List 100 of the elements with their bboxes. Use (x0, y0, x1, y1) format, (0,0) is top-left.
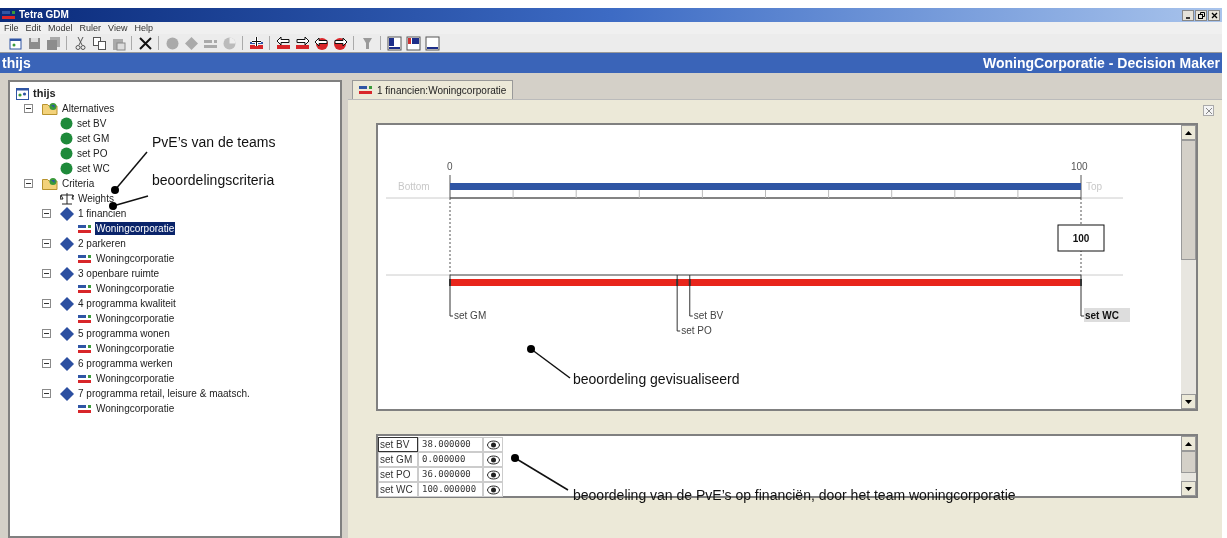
expand-toggle[interactable] (42, 269, 51, 278)
marker-tick[interactable] (676, 279, 679, 286)
tree-item[interactable]: set GM (76, 132, 111, 145)
value-box[interactable]: 100 (1057, 224, 1105, 252)
toolbar-button[interactable] (293, 34, 311, 52)
tree-item[interactable]: 2 parkeren (77, 237, 127, 250)
eye-icon[interactable] (486, 469, 500, 480)
tree-item[interactable]: 1 financien (77, 207, 128, 220)
down-arrow-icon (1185, 486, 1192, 491)
value-cell[interactable]: 0.000000 (418, 452, 483, 467)
menu-item[interactable]: Model (48, 23, 73, 33)
tree-item[interactable]: 4 programma kwaliteit (77, 297, 177, 310)
delete-icon (137, 35, 153, 51)
tree-item[interactable]: Criteria (61, 177, 96, 190)
expand-toggle[interactable] (42, 239, 51, 248)
annotation-text: beoordeling gevisualiseerd (573, 372, 740, 386)
minus-icon (26, 181, 31, 186)
marker-line (449, 285, 454, 317)
tree-item[interactable]: thijs (32, 87, 57, 100)
down-arrow-icon (1185, 399, 1192, 404)
new-document-icon (7, 35, 23, 51)
tree-item[interactable]: 7 programma retail, leisure & maatsch. (77, 387, 251, 400)
scroll-down-button[interactable] (1181, 481, 1196, 496)
tree-item[interactable]: Woningcorporatie (95, 312, 176, 325)
tree-item[interactable]: 6 programma werken (77, 357, 174, 370)
tree-item[interactable]: 3 openbare ruimte (77, 267, 161, 280)
left-arrow-icon (275, 35, 291, 51)
tree-item[interactable]: set BV (76, 117, 108, 130)
toolbar-button[interactable] (404, 34, 422, 52)
annotation-dot (111, 186, 119, 194)
expand-toggle[interactable] (42, 329, 51, 338)
tree-item[interactable]: Alternatives (61, 102, 116, 115)
toolbar-button[interactable] (90, 34, 108, 52)
close-icon (1205, 107, 1212, 114)
eye-icon[interactable] (486, 439, 500, 450)
tree-item[interactable]: Woningcorporatie (95, 282, 176, 295)
menu-item[interactable]: Help (134, 23, 153, 33)
name-cell[interactable]: set PO (378, 467, 418, 482)
scroll-down-button[interactable] (1181, 394, 1196, 409)
toolbar-button[interactable] (247, 34, 265, 52)
tree-item[interactable]: Woningcorporatie (95, 342, 176, 355)
copy-icon (91, 35, 107, 51)
menu-item[interactable]: Ruler (79, 23, 102, 33)
menu-item[interactable]: File (4, 23, 19, 33)
value-cell[interactable]: 36.000000 (418, 467, 483, 482)
annotation-text: beoordelingscriteria (152, 173, 275, 187)
tree-item[interactable]: Woningcorporatie (95, 222, 176, 235)
toolbar-button[interactable] (385, 34, 403, 52)
marker-label[interactable]: set GM (454, 310, 487, 321)
tree-item[interactable]: set WC (76, 162, 111, 175)
close-button[interactable] (1208, 9, 1220, 21)
window-title: Tetra GDM (19, 10, 69, 20)
marker-tick[interactable] (688, 279, 691, 286)
annotation-text: beoordeling van de PvE’s op financiën, door het team woningcorporatie (573, 488, 1016, 502)
expand-toggle[interactable] (24, 179, 33, 188)
tree-item[interactable]: Woningcorporatie (95, 402, 176, 415)
menu-item[interactable]: View (108, 23, 128, 33)
toolbar-button[interactable] (136, 34, 154, 52)
minimize-button[interactable] (1182, 9, 1194, 21)
tree-item[interactable]: 5 programma wonen (77, 327, 171, 340)
name-cell[interactable]: set BV (378, 437, 418, 452)
circle-icon (60, 162, 73, 175)
expand-toggle[interactable] (42, 299, 51, 308)
minus-icon (44, 361, 49, 366)
value-cell[interactable]: 100.000000 (418, 482, 483, 497)
layout-top-icon (405, 35, 421, 51)
close-icon (1210, 11, 1218, 19)
name-cell[interactable]: set WC (378, 482, 418, 497)
ruler-icon (78, 283, 92, 294)
marker-label[interactable]: set PO (681, 325, 712, 336)
tree-item[interactable]: Woningcorporatie (95, 372, 176, 385)
document-tab[interactable]: 1 financien:Woningcorporatie (352, 80, 514, 99)
scales-icon (60, 192, 74, 205)
annotation-dot (527, 345, 535, 353)
diamond-icon (60, 206, 74, 221)
ruler-icon (78, 313, 92, 324)
tree-item[interactable]: Woningcorporatie (95, 252, 176, 265)
expand-toggle[interactable] (42, 359, 51, 368)
folder-icon (42, 102, 58, 115)
toolbar-button[interactable] (423, 34, 441, 52)
scrollbar[interactable] (1181, 436, 1196, 496)
marker-label[interactable]: set BV (693, 310, 724, 321)
expand-toggle[interactable] (42, 389, 51, 398)
up-arrow-icon (1185, 130, 1192, 135)
toolbar-button[interactable] (274, 34, 292, 52)
menu-item[interactable]: Edit (25, 23, 42, 33)
layout-bottom-icon (424, 35, 440, 51)
eye-icon[interactable] (486, 454, 500, 465)
name-cell[interactable]: set GM (378, 452, 418, 467)
up-arrow-icon (1185, 441, 1192, 446)
value-cell[interactable]: 38.000000 (418, 437, 483, 452)
tree-item[interactable]: set PO (76, 147, 109, 160)
eye-icon[interactable] (486, 484, 500, 495)
expand-toggle[interactable] (24, 104, 33, 113)
scroll-up-button[interactable] (1181, 125, 1196, 140)
scrollbar[interactable] (1181, 125, 1196, 409)
restore-button[interactable] (1195, 9, 1207, 21)
expand-toggle[interactable] (42, 209, 51, 218)
scroll-up-button[interactable] (1181, 436, 1196, 451)
tree-item[interactable]: Weights (77, 192, 115, 205)
